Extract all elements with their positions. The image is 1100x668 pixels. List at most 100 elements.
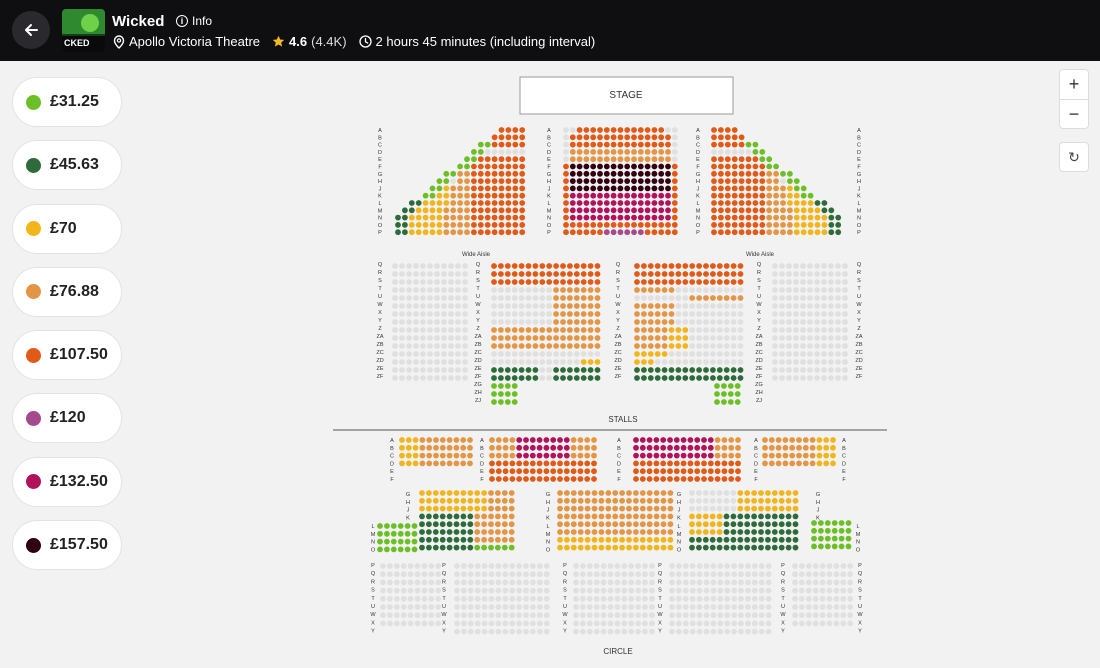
seat[interactable] (711, 178, 717, 184)
seat[interactable] (621, 595, 628, 602)
seat[interactable] (696, 335, 702, 341)
seat[interactable] (495, 452, 502, 459)
seat[interactable] (792, 544, 799, 551)
seat[interactable] (635, 571, 641, 578)
seat[interactable] (745, 178, 752, 184)
seat[interactable] (504, 303, 511, 309)
seat[interactable] (779, 263, 785, 269)
seat[interactable] (511, 271, 518, 277)
seat[interactable] (460, 437, 467, 443)
seat[interactable] (525, 263, 532, 269)
seat[interactable] (553, 271, 559, 277)
seat[interactable] (536, 587, 543, 594)
seat[interactable] (491, 156, 498, 163)
seat[interactable] (710, 367, 716, 373)
seat[interactable] (428, 579, 435, 586)
seat[interactable] (584, 468, 591, 475)
seat[interactable] (644, 163, 651, 170)
seat[interactable] (397, 546, 404, 553)
seat[interactable] (716, 367, 723, 373)
seat[interactable] (779, 311, 785, 317)
seat[interactable] (390, 538, 397, 545)
seat[interactable] (716, 271, 723, 277)
seat[interactable] (427, 303, 433, 309)
seat[interactable] (560, 351, 566, 357)
seat[interactable] (400, 595, 407, 602)
seat[interactable] (446, 505, 453, 512)
seat[interactable] (576, 149, 583, 155)
seat[interactable] (519, 141, 526, 148)
seat[interactable] (501, 497, 508, 504)
seat[interactable] (654, 271, 661, 277)
seat[interactable] (509, 563, 516, 569)
seat[interactable] (637, 207, 644, 214)
seat[interactable] (399, 311, 405, 317)
seat[interactable] (673, 452, 680, 459)
seat[interactable] (696, 513, 702, 520)
seat[interactable] (523, 476, 529, 482)
seat[interactable] (536, 612, 543, 619)
seat[interactable] (439, 529, 446, 535)
seat[interactable] (738, 612, 744, 619)
seat[interactable] (838, 535, 845, 542)
seat[interactable] (793, 178, 800, 184)
seat[interactable] (624, 149, 631, 155)
seat[interactable] (660, 437, 667, 443)
seat[interactable] (658, 134, 665, 141)
seat[interactable] (567, 303, 573, 309)
seat[interactable] (455, 287, 461, 293)
seat[interactable] (703, 279, 709, 285)
seat[interactable] (649, 595, 655, 602)
seat[interactable] (759, 185, 766, 192)
seat[interactable] (654, 367, 661, 373)
seat[interactable] (491, 359, 497, 365)
seat[interactable] (400, 587, 407, 594)
seat[interactable] (786, 327, 792, 333)
seat[interactable] (624, 170, 631, 177)
seat[interactable] (432, 497, 439, 504)
seat[interactable] (511, 343, 518, 349)
seat[interactable] (821, 295, 827, 301)
seat[interactable] (532, 295, 539, 301)
seat[interactable] (387, 563, 393, 569)
seat[interactable] (453, 536, 460, 543)
seat[interactable] (676, 579, 682, 586)
seat[interactable] (484, 178, 491, 184)
seat[interactable] (421, 612, 428, 619)
seat[interactable] (780, 185, 786, 192)
seat[interactable] (689, 279, 696, 285)
seat[interactable] (721, 437, 728, 443)
seat[interactable] (505, 178, 512, 184)
seat[interactable] (737, 319, 744, 325)
seat[interactable] (807, 335, 813, 341)
seat[interactable] (824, 527, 831, 534)
seat[interactable] (637, 127, 644, 133)
seat[interactable] (644, 127, 651, 133)
seat[interactable] (488, 612, 495, 619)
seat[interactable] (718, 178, 724, 184)
seat[interactable] (782, 460, 789, 467)
seat[interactable] (467, 612, 474, 619)
seat[interactable] (807, 214, 814, 221)
seat[interactable] (724, 178, 731, 184)
seat[interactable] (508, 544, 515, 551)
seat[interactable] (631, 192, 637, 199)
seat[interactable] (441, 311, 447, 317)
seat[interactable] (654, 359, 661, 365)
seat[interactable] (605, 497, 612, 504)
seat[interactable] (471, 163, 477, 170)
seat[interactable] (461, 595, 467, 602)
seat[interactable] (583, 163, 590, 170)
seat[interactable] (644, 156, 651, 163)
seat[interactable] (641, 311, 647, 317)
seat[interactable] (723, 375, 730, 381)
seat[interactable] (723, 536, 730, 543)
seat[interactable] (607, 579, 614, 586)
seat[interactable] (631, 178, 637, 184)
seat[interactable] (567, 271, 573, 277)
seat[interactable] (701, 444, 707, 451)
seat[interactable] (634, 319, 640, 325)
seat[interactable] (474, 505, 481, 512)
seat[interactable] (518, 263, 525, 269)
seat[interactable] (842, 287, 848, 293)
